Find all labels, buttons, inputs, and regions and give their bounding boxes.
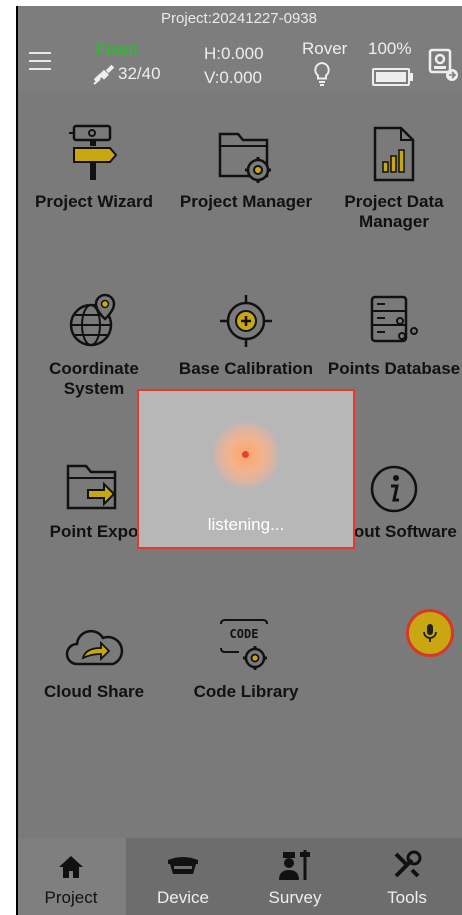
bottom-navigation: Project Device Survey Tools xyxy=(16,838,462,915)
tile-project-manager[interactable]: Project Manager xyxy=(176,112,316,212)
battery-icon xyxy=(372,68,413,86)
tab-device[interactable]: Device xyxy=(128,838,238,915)
info-icon xyxy=(370,465,418,513)
bulb-icon xyxy=(314,61,330,86)
tab-label: Device xyxy=(157,888,209,907)
mode-label: Rover xyxy=(302,39,348,58)
microphone-icon xyxy=(423,624,437,642)
tools-icon xyxy=(394,850,422,878)
battery-percent: 100% xyxy=(368,39,412,58)
tile-base-calibration[interactable]: Base Calibration xyxy=(176,279,316,379)
tile-label: Code Library xyxy=(193,682,299,701)
fix-status: Fixed xyxy=(96,40,138,59)
status-header: Project:20241227-0938 Fixed 32/40 H:0.00… xyxy=(16,6,462,92)
database-points-icon xyxy=(370,295,418,343)
satellite-icon xyxy=(93,64,115,85)
code-gear-icon: CODE xyxy=(220,619,268,670)
device-connect-icon[interactable] xyxy=(428,48,458,82)
tile-label: Base Calibration xyxy=(178,359,314,378)
tab-tools[interactable]: Tools xyxy=(352,838,462,915)
tab-label: Survey xyxy=(268,888,322,907)
folder-export-icon xyxy=(66,464,117,510)
folder-gear-icon xyxy=(218,132,271,183)
tile-coordinate-system[interactable]: Coordinate System xyxy=(24,279,164,399)
tile-points-database[interactable]: Points Database xyxy=(324,279,462,379)
project-name: Project:20241227-0938 xyxy=(161,10,317,27)
tile-label: Project Wizard xyxy=(35,192,153,211)
globe-pin-icon xyxy=(69,293,116,347)
voice-mic-button[interactable] xyxy=(406,609,454,657)
signpost-icon xyxy=(69,124,118,180)
tab-label: Project xyxy=(44,888,98,907)
surveyor-icon xyxy=(279,850,310,880)
bar-chart-document-icon xyxy=(373,126,415,182)
h-precision: H:0.000 xyxy=(204,44,264,63)
tile-cloud-share[interactable]: Cloud Share xyxy=(24,602,164,702)
tile-label: Project Manager xyxy=(179,192,313,211)
tile-project-data-manager[interactable]: Project Data Manager xyxy=(324,112,462,232)
satellite-count: 32/40 xyxy=(118,64,161,83)
tab-survey[interactable]: Survey xyxy=(240,838,350,915)
tile-project-wizard[interactable]: Project Wizard xyxy=(24,112,164,212)
tile-label: Cloud Share xyxy=(43,682,145,701)
voice-listening-dialog: listening... xyxy=(137,389,355,549)
tile-label: Points Database xyxy=(327,359,461,378)
tab-project[interactable]: Project xyxy=(16,838,126,915)
target-plus-icon xyxy=(220,295,272,347)
svg-text:CODE: CODE xyxy=(230,627,259,641)
v-precision: V:0.000 xyxy=(204,68,262,87)
menu-icon[interactable] xyxy=(29,52,51,70)
receiver-icon xyxy=(168,857,198,874)
left-frame-border xyxy=(16,6,18,915)
tab-label: Tools xyxy=(387,888,427,907)
listening-status: listening... xyxy=(207,515,285,534)
cloud-share-icon xyxy=(65,629,124,666)
app-screen: Project:20241227-0938 Fixed 32/40 H:0.00… xyxy=(16,6,462,915)
tile-label: Project Data Manager xyxy=(344,192,444,231)
listening-pulse-icon xyxy=(212,421,280,489)
tile-code-library[interactable]: CODE Code Library xyxy=(176,602,316,702)
home-icon xyxy=(59,856,83,878)
